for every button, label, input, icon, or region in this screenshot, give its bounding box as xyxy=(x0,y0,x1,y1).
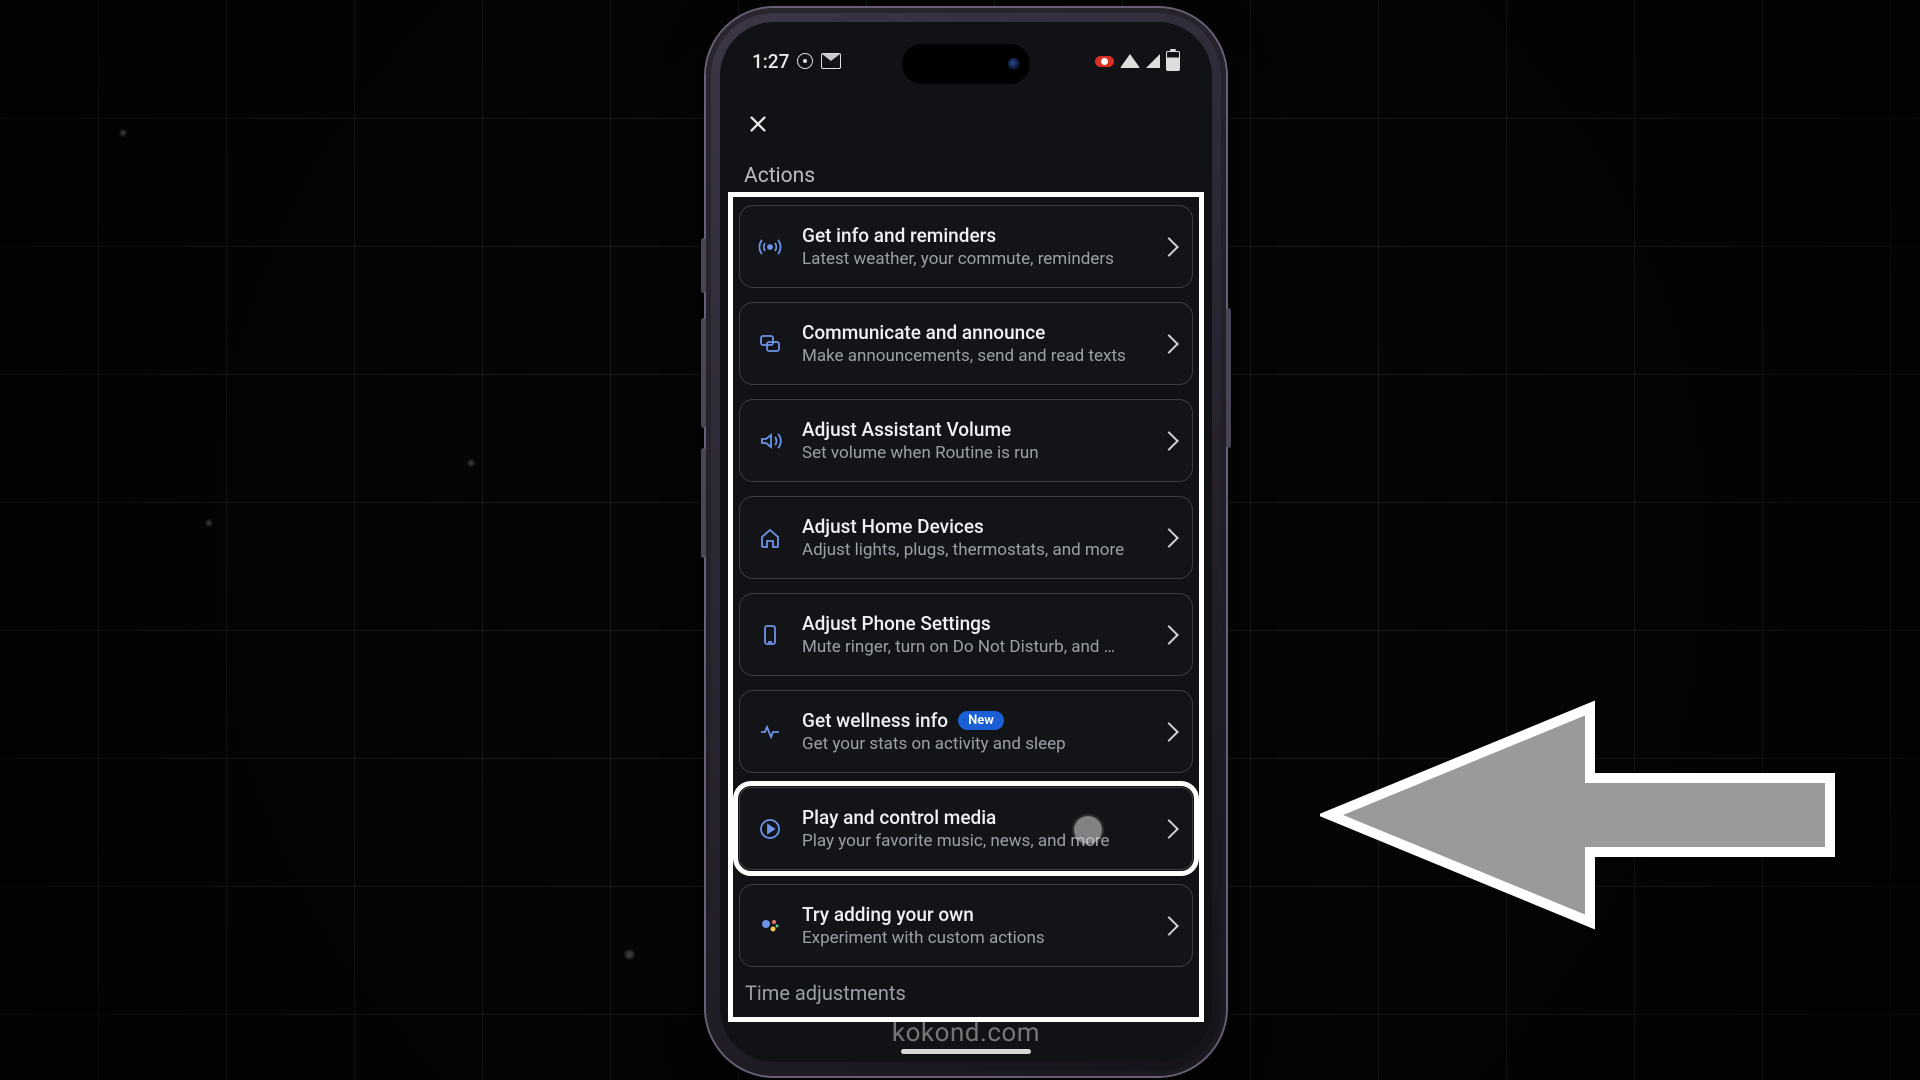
section-title: Actions xyxy=(744,164,1188,188)
new-badge: New xyxy=(958,711,1004,730)
action-title: Try adding your own xyxy=(802,903,974,926)
pointer-arrow xyxy=(1320,700,1840,930)
close-button[interactable] xyxy=(744,110,772,138)
chevron-right-icon xyxy=(1159,916,1179,936)
action-title: Adjust Home Devices xyxy=(802,515,984,538)
volume-icon xyxy=(756,427,784,455)
camera-island xyxy=(902,44,1030,84)
action-wellness[interactable]: Get wellness info New Get your stats on … xyxy=(739,690,1193,773)
action-title: Communicate and announce xyxy=(802,321,1045,344)
action-title: Adjust Assistant Volume xyxy=(802,418,1011,441)
actions-list: Get info and reminders Latest weather, y… xyxy=(733,197,1199,1042)
action-subtitle: Latest weather, your commute, reminders xyxy=(802,249,1144,269)
home-icon xyxy=(756,524,784,552)
action-assistant-volume[interactable]: Adjust Assistant Volume Set volume when … xyxy=(739,399,1193,482)
phone-frame: 1:27 Actions xyxy=(706,8,1226,1076)
speck xyxy=(206,520,212,526)
footer-section-title: Time adjustments xyxy=(739,981,1193,1005)
phone-screen: 1:27 Actions xyxy=(720,22,1212,1062)
broadcast-icon xyxy=(756,233,784,261)
action-title: Get wellness info xyxy=(802,709,948,732)
action-subtitle: Experiment with custom actions xyxy=(802,928,1144,948)
assistant-icon xyxy=(756,912,784,940)
close-icon xyxy=(747,113,769,135)
power-button xyxy=(1226,308,1231,448)
speck xyxy=(120,130,126,136)
side-button xyxy=(701,238,706,293)
action-subtitle: Mute ringer, turn on Do Not Disturb, and… xyxy=(802,637,1144,657)
phone-icon xyxy=(756,621,784,649)
action-communicate[interactable]: Communicate and announce Make announceme… xyxy=(739,302,1193,385)
speck xyxy=(625,950,634,959)
chevron-right-icon xyxy=(1159,431,1179,451)
action-title: Play and control media xyxy=(802,806,996,829)
chat-icon xyxy=(756,330,784,358)
chevron-right-icon xyxy=(1159,819,1179,839)
touch-indicator xyxy=(1074,816,1102,844)
watermark: kokond.com xyxy=(892,1018,1040,1048)
battery-icon xyxy=(1166,51,1180,71)
action-info-reminders[interactable]: Get info and reminders Latest weather, y… xyxy=(739,205,1193,288)
chevron-right-icon xyxy=(1159,528,1179,548)
action-media[interactable]: Play and control media Play your favorit… xyxy=(739,787,1193,870)
action-subtitle: Make announcements, send and read texts xyxy=(802,346,1144,366)
nav-gesture-bar[interactable] xyxy=(901,1049,1031,1054)
chevron-right-icon xyxy=(1159,625,1179,645)
action-subtitle: Get your stats on activity and sleep xyxy=(802,734,1144,754)
recording-indicator xyxy=(1095,56,1114,67)
action-custom[interactable]: Try adding your own Experiment with cust… xyxy=(739,884,1193,967)
front-camera xyxy=(1008,58,1020,70)
volume-down-button xyxy=(701,448,706,558)
action-title: Adjust Phone Settings xyxy=(802,612,991,635)
wifi-icon xyxy=(1120,54,1140,68)
chevron-right-icon xyxy=(1159,722,1179,742)
chevron-right-icon xyxy=(1159,334,1179,354)
action-title: Get info and reminders xyxy=(802,224,996,247)
status-time: 1:27 xyxy=(752,50,789,73)
action-home-devices[interactable]: Adjust Home Devices Adjust lights, plugs… xyxy=(739,496,1193,579)
action-subtitle: Set volume when Routine is run xyxy=(802,443,1144,463)
play-icon xyxy=(756,815,784,843)
target-icon xyxy=(797,53,813,69)
volume-up-button xyxy=(701,318,706,428)
wellness-icon xyxy=(756,718,784,746)
action-subtitle: Adjust lights, plugs, thermostats, and m… xyxy=(802,540,1144,560)
action-phone-settings[interactable]: Adjust Phone Settings Mute ringer, turn … xyxy=(739,593,1193,676)
gmail-icon xyxy=(821,53,841,69)
signal-icon xyxy=(1146,54,1160,68)
page-header: Actions xyxy=(720,92,1212,194)
speck xyxy=(468,460,474,466)
chevron-right-icon xyxy=(1159,237,1179,257)
